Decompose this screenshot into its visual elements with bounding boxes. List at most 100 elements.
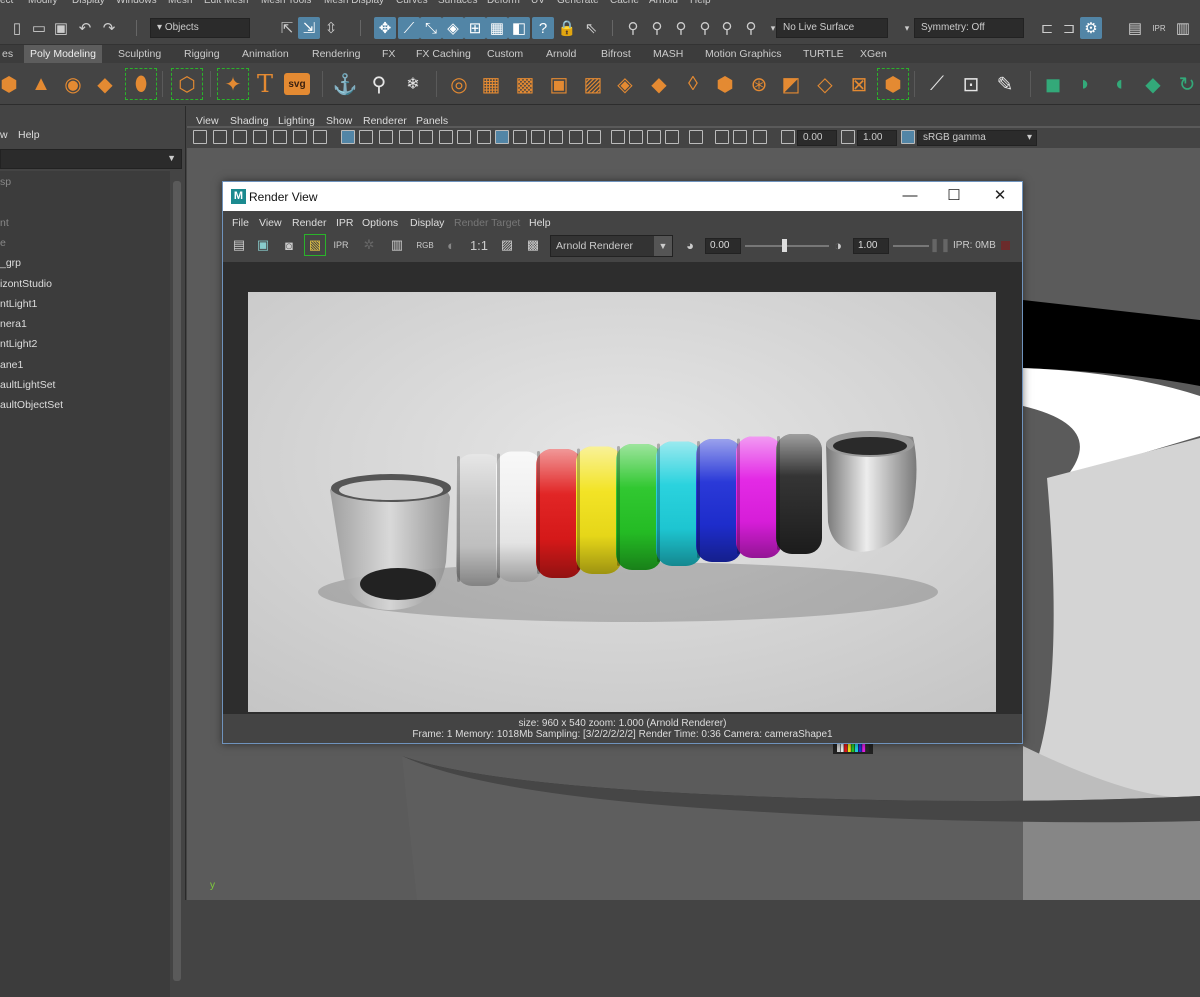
poly-platonic-icon[interactable]: ⬡ [171, 68, 203, 100]
snap-icon-6[interactable]: ▦ [486, 17, 508, 39]
real-size-icon[interactable]: 1:1 [467, 235, 491, 255]
separate-icon[interactable]: ▦ [476, 69, 506, 99]
render-settings-icon[interactable]: ⚲ [694, 17, 716, 39]
svg-icon[interactable]: svg [284, 73, 310, 95]
outliner-menu-show[interactable]: w [0, 129, 8, 141]
motion-blur-icon[interactable] [629, 130, 643, 144]
backface-icon[interactable] [753, 130, 767, 144]
outliner-menu-help[interactable]: Help [18, 129, 40, 141]
triangulate-icon[interactable]: ⊠ [844, 69, 874, 99]
render-exposure-field[interactable]: 0.00 [705, 238, 741, 254]
mirror-icon[interactable]: ▣ [544, 69, 574, 99]
render-settings-icon[interactable]: ▥ [387, 235, 407, 255]
redo-render-icon[interactable]: ▤ [229, 235, 249, 255]
main-menu-arnold[interactable]: Arnold [649, 0, 678, 6]
minimize-icon[interactable]: — [897, 186, 923, 206]
ipr-icon[interactable]: IPR [1148, 17, 1170, 39]
render-canvas[interactable] [223, 262, 1022, 714]
fill-hole-icon[interactable]: ◊ [678, 69, 708, 99]
main-menu-mesh[interactable]: Mesh [168, 0, 192, 6]
ipr-icon[interactable]: IPR [331, 235, 351, 255]
poly-text-icon[interactable]: T [250, 69, 280, 99]
outliner-item[interactable]: izontStudio [0, 278, 52, 290]
select-by-object-icon[interactable]: ⇲ [298, 17, 320, 39]
render-current-icon[interactable]: ⚲ [646, 17, 668, 39]
undo-icon[interactable]: ↶ [74, 17, 96, 39]
render-menu-help[interactable]: Help [529, 217, 551, 229]
outliner-item[interactable]: nera1 [0, 318, 27, 330]
save-scene-icon[interactable]: ▣ [50, 17, 72, 39]
shadows-icon[interactable] [587, 130, 601, 144]
poly-torus-icon[interactable]: ◉ [58, 69, 88, 99]
shelf-tab-fx[interactable]: FX [376, 45, 401, 63]
render-icon[interactable]: ▥ [1172, 17, 1194, 39]
render-setup-icon[interactable]: ⚲ [740, 17, 762, 39]
smooth-icon[interactable]: ▩ [510, 69, 540, 99]
chevron-down-icon[interactable]: ▼ [167, 153, 176, 163]
anti-aliasing-icon[interactable] [647, 130, 661, 144]
gamma-icon[interactable]: ◑ [828, 235, 848, 255]
shelf-tab-rigging[interactable]: Rigging [178, 45, 226, 63]
shelf-tab-rendering[interactable]: Rendering [306, 45, 366, 63]
viewport-exposure-field[interactable]: 0.00 [797, 130, 837, 146]
main-menu-edit-mesh[interactable]: Edit Mesh [204, 0, 248, 6]
outliner-item[interactable]: ane1 [0, 359, 23, 371]
gate-mask-icon[interactable] [399, 130, 413, 144]
textured-icon[interactable] [549, 130, 563, 144]
live-surface-field[interactable]: No Live Surface [776, 18, 888, 38]
camera-attributes-icon[interactable] [213, 130, 227, 144]
grease-pencil-icon[interactable] [293, 130, 307, 144]
main-menu-modify[interactable]: Modify [28, 0, 57, 6]
clapboard-icon[interactable]: ▤ [1124, 17, 1146, 39]
snap-live-icon[interactable]: ⊞ [464, 17, 486, 39]
outliner-item[interactable]: _grp [0, 257, 21, 269]
main-menu-help[interactable]: Help [690, 0, 711, 6]
shelf-tab-animation[interactable]: Animation [236, 45, 295, 63]
symmetry-field[interactable]: Symmetry: Off [914, 18, 1024, 38]
remove-image-icon[interactable]: ▩ [523, 235, 543, 255]
uv-unfold-icon[interactable]: ↻ [1172, 69, 1200, 99]
exposure-slider-thumb[interactable] [782, 239, 787, 252]
xray-icon[interactable] [531, 130, 545, 144]
grid-toggle-icon[interactable] [313, 130, 327, 144]
combine-icon[interactable]: ◎ [444, 69, 474, 99]
extrude-icon[interactable]: ▨ [578, 69, 608, 99]
render-menu-view[interactable]: View [259, 217, 282, 229]
shelf-tab-mash[interactable]: MASH [647, 45, 689, 63]
lock-icon[interactable]: 🔒 [556, 17, 578, 39]
render-view-titlebar[interactable]: M Render View — ☐ ✕ [223, 182, 1022, 211]
maximize-icon[interactable]: ☐ [941, 186, 967, 206]
shelf-tab-fx-caching[interactable]: FX Caching [410, 45, 477, 63]
alpha-channel-icon[interactable]: ◐ [441, 235, 461, 255]
shelf-tab-es[interactable]: es [0, 45, 19, 63]
main-menu-uv[interactable]: UV [531, 0, 545, 6]
selection-mode-dropdown[interactable]: ▾ Objects [150, 18, 250, 38]
viewport-menu-view[interactable]: View [196, 115, 219, 127]
main-menu-ect[interactable]: ect [0, 0, 13, 6]
append-icon[interactable]: ◇ [810, 69, 840, 99]
viewport-menu-panels[interactable]: Panels [416, 115, 448, 127]
main-menu-mesh-display[interactable]: Mesh Display [324, 0, 384, 6]
resolution-gate-icon[interactable] [379, 130, 393, 144]
render-menu-options[interactable]: Options [362, 217, 398, 229]
viewport-gamma-field[interactable]: 1.00 [857, 130, 897, 146]
attribute-editor-icon[interactable]: ⊐ [1058, 17, 1080, 39]
multi-cut-icon[interactable]: ⟋ [922, 69, 952, 99]
outliner-item[interactable]: sp [0, 176, 11, 188]
poly-star-icon[interactable]: ✦ [217, 68, 249, 100]
viewport-menu-lighting[interactable]: Lighting [278, 115, 315, 127]
main-menu-curves[interactable]: Curves [396, 0, 428, 6]
shelf-tab-custom[interactable]: Custom [481, 45, 529, 63]
snap-icon-7[interactable]: ◧ [508, 17, 530, 39]
snap-grid-icon[interactable]: ✥ [374, 17, 396, 39]
rgb-channels-icon[interactable]: RGB [415, 235, 435, 255]
color-management-icon[interactable] [901, 130, 915, 144]
select-camera-icon[interactable] [193, 130, 207, 144]
exposure-icon[interactable]: ◕ [680, 235, 700, 255]
sidebar-toggle-icon[interactable]: ⊏ [1036, 17, 1058, 39]
types-icon[interactable]: ⚓ [330, 69, 360, 99]
image-plane-icon[interactable] [253, 130, 267, 144]
render-view-window[interactable]: M Render View — ☐ ✕ File View Render IPR Opt… [222, 181, 1023, 744]
renderer-dropdown[interactable]: Arnold Renderer ▼ [550, 235, 673, 257]
poly-sphere-icon[interactable]: ⬢ [0, 69, 24, 99]
